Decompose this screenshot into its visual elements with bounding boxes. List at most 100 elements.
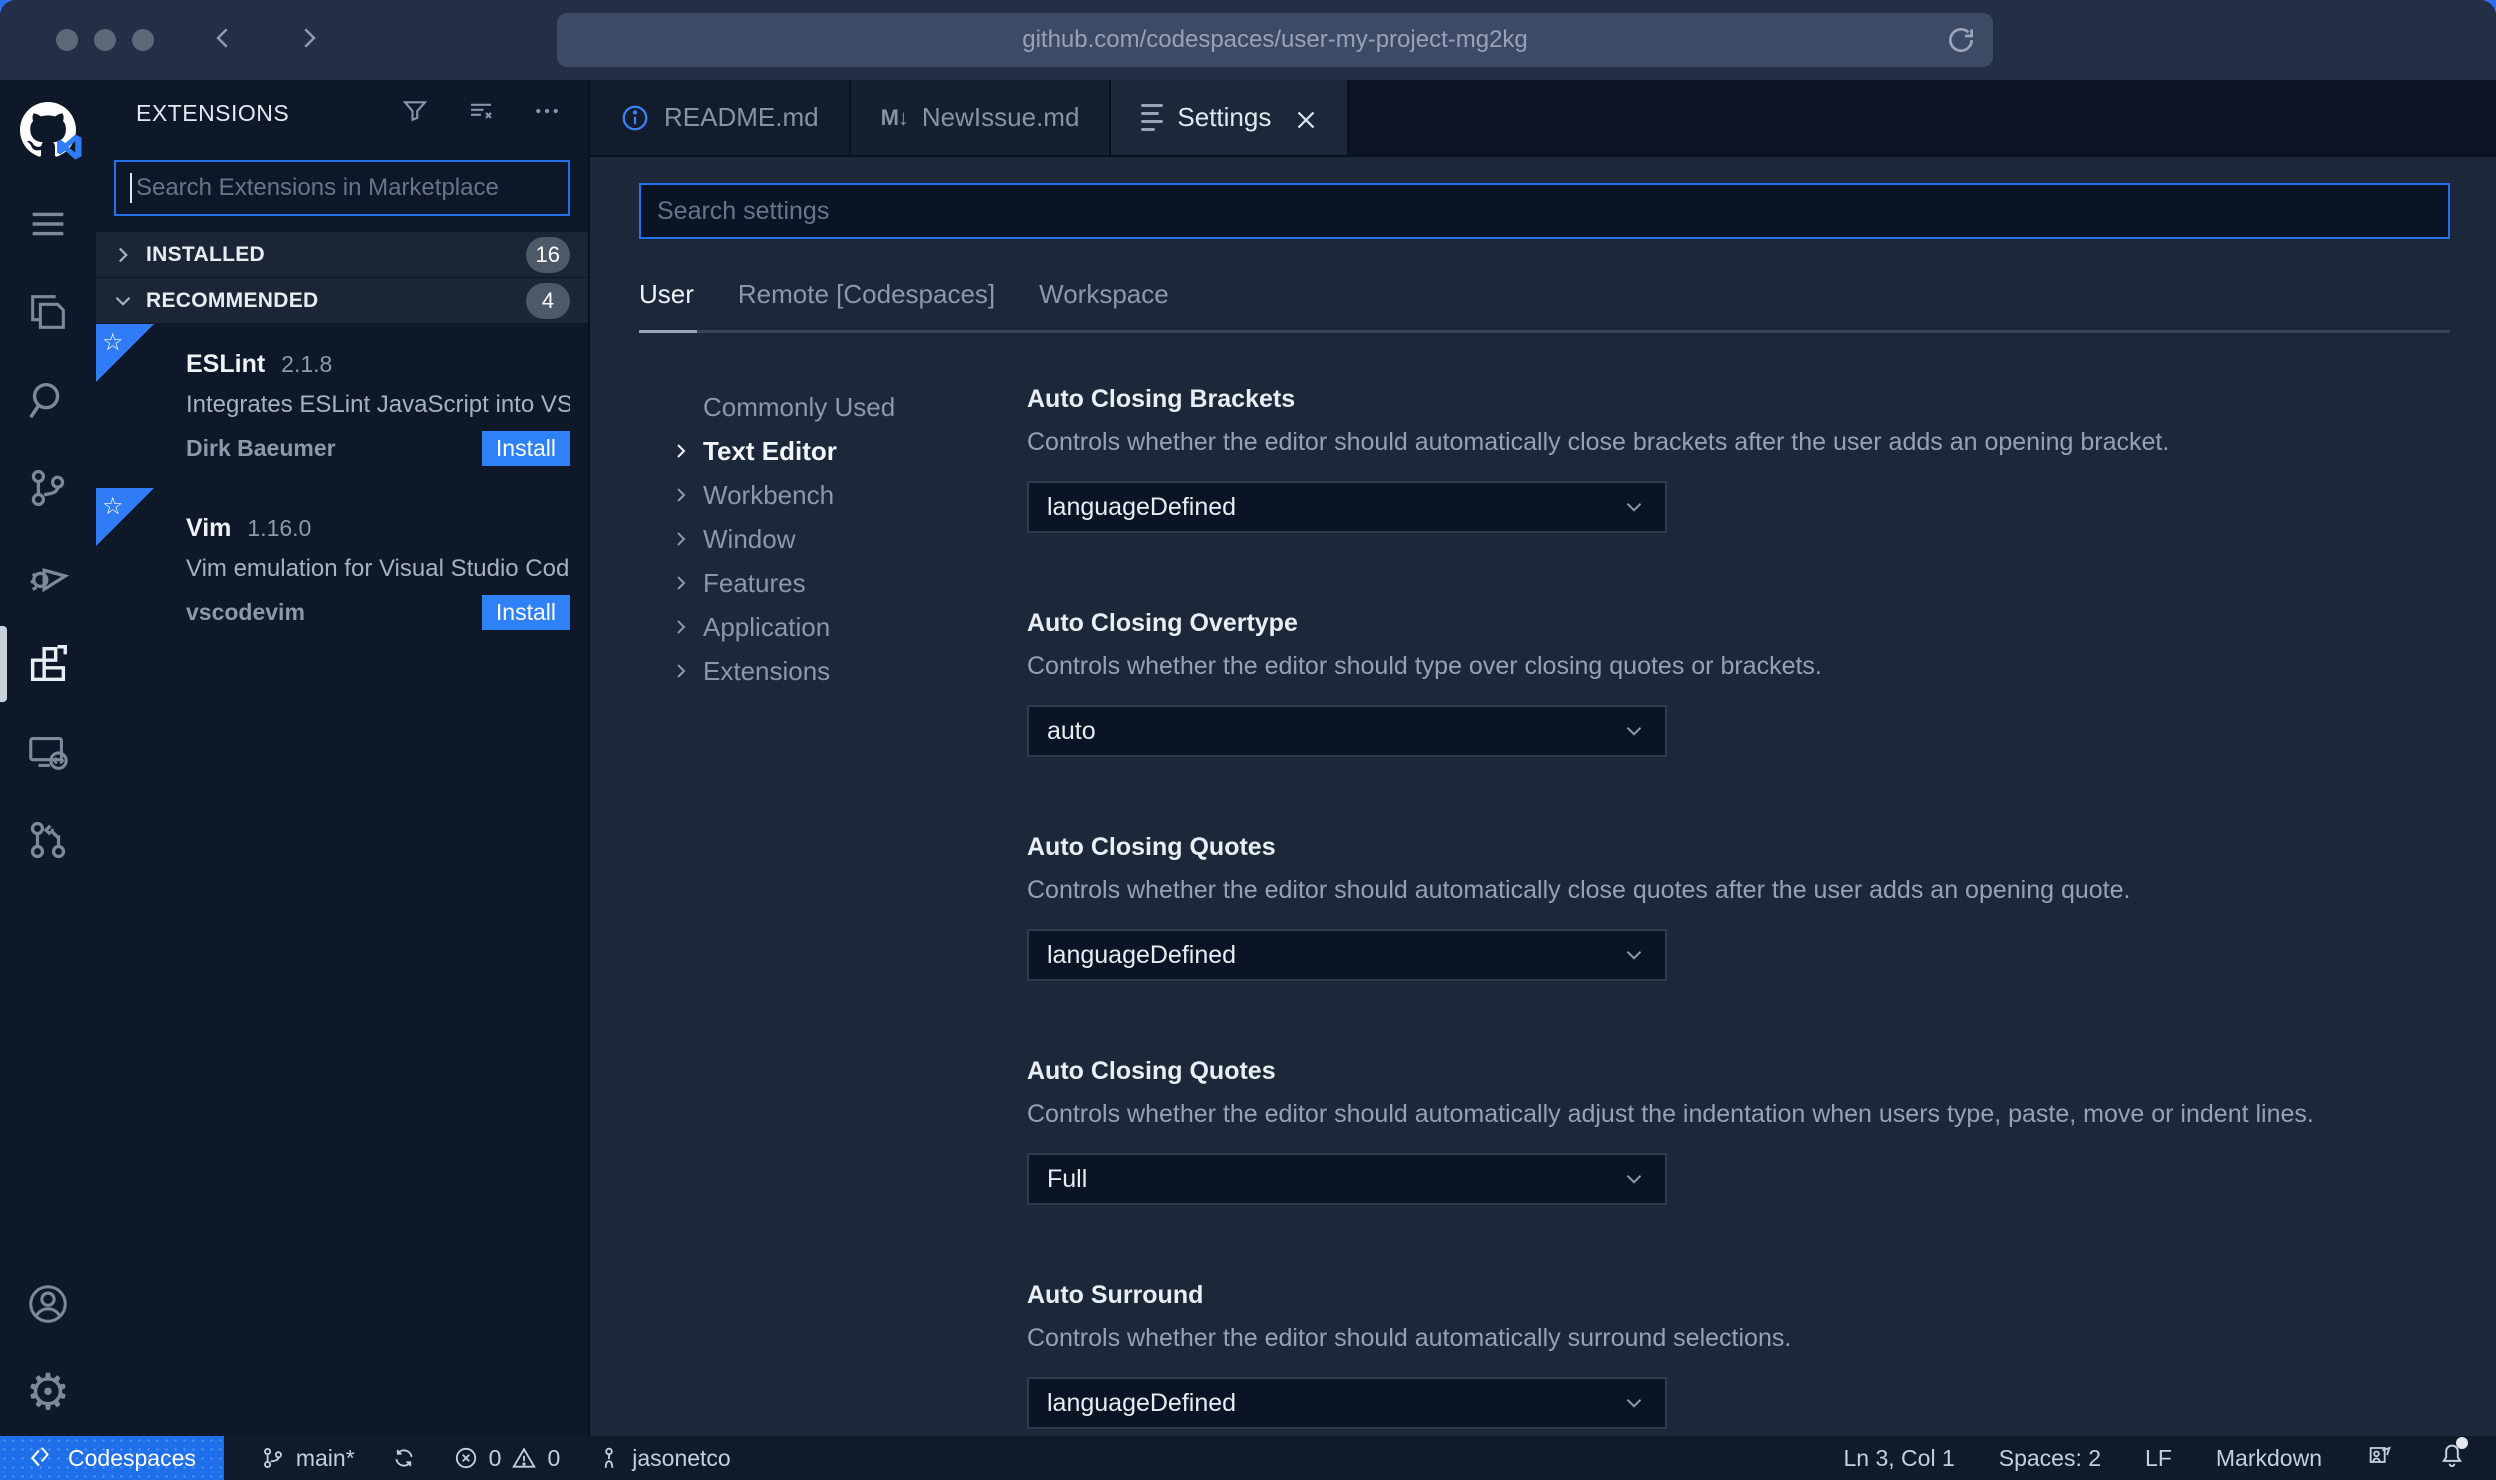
feedback-icon[interactable]: [2366, 1441, 2394, 1475]
tab-label: README.md: [664, 102, 819, 132]
warning-icon: [512, 1447, 537, 1468]
chevron-right-icon: [669, 615, 703, 639]
sync-icon: [395, 1449, 413, 1467]
traffic-lights[interactable]: [56, 29, 154, 51]
extension-description: Integrates ESLint JavaScript into VS C..…: [186, 391, 570, 418]
notifications-bell-icon[interactable]: [2438, 1437, 2468, 1475]
recommended-count-badge: 4: [526, 282, 570, 319]
install-button[interactable]: Install: [481, 431, 570, 466]
setting-auto-closing-brackets: Auto Closing Brackets Controls whether t…: [1027, 385, 2450, 533]
auto-closing-quotes-select[interactable]: languageDefined: [1027, 929, 1667, 981]
sidebar-title: EXTENSIONS: [136, 99, 290, 126]
chevron-right-icon: [669, 659, 703, 683]
reload-icon[interactable]: [1945, 24, 1977, 56]
extensions-icon[interactable]: [0, 620, 96, 708]
toc-commonly-used[interactable]: Commonly Used: [669, 385, 1027, 429]
branch-indicator[interactable]: main*: [260, 1445, 355, 1472]
toc-workbench[interactable]: Workbench: [669, 473, 1027, 517]
remote-icon: [30, 1447, 49, 1467]
editor-tab-bar: README.md M↓ NewIssue.md Settings: [590, 80, 2496, 157]
extensions-search-box[interactable]: [114, 160, 570, 216]
extension-version: 1.16.0: [247, 515, 312, 541]
search-icon[interactable]: [0, 356, 96, 444]
remote-explorer-icon[interactable]: [0, 708, 96, 796]
chevron-down-icon: [1626, 1399, 1642, 1408]
auto-surround-select[interactable]: languageDefined: [1027, 1377, 1667, 1429]
setting-auto-surround: Auto Surround Controls whether the edito…: [1027, 1281, 2450, 1429]
eol-sequence[interactable]: LF: [2145, 1445, 2172, 1472]
extension-name: Vim: [186, 514, 232, 542]
cursor-position[interactable]: Ln 3, Col 1: [1844, 1445, 1955, 1472]
settings-editor: User Remote [Codespaces] Workspace Commo…: [590, 157, 2496, 1436]
explorer-icon[interactable]: [0, 268, 96, 356]
settings-gear-icon[interactable]: ⚙: [0, 1348, 96, 1436]
scope-tab-remote[interactable]: Remote [Codespaces]: [738, 279, 995, 310]
chevron-down-icon: [1626, 951, 1642, 960]
section-label: INSTALLED: [146, 242, 265, 266]
active-view-indicator: [0, 626, 7, 702]
extension-card-vim[interactable]: ☆ Vim 1.16.0 Vim emulation for Visual St…: [96, 488, 588, 652]
menu-hamburger-icon[interactable]: [0, 180, 96, 268]
recommended-star-ribbon: ☆: [96, 488, 154, 546]
toc-extensions[interactable]: Extensions: [669, 649, 1027, 693]
filter-icon[interactable]: [400, 96, 430, 131]
indentation[interactable]: Spaces: 2: [1999, 1445, 2101, 1472]
scope-tab-workspace[interactable]: Workspace: [1039, 279, 1169, 310]
tab-readme[interactable]: README.md: [590, 80, 851, 155]
toc-window[interactable]: Window: [669, 517, 1027, 561]
language-mode[interactable]: Markdown: [2216, 1445, 2322, 1472]
activity-bar: ⚙: [0, 80, 96, 1436]
recommended-star-ribbon: ☆: [96, 324, 154, 382]
extensions-search-input[interactable]: [135, 174, 554, 202]
settings-search-input[interactable]: [657, 196, 2432, 226]
branch-icon: [263, 1447, 282, 1469]
markdown-icon: M↓: [880, 104, 909, 130]
sync-button[interactable]: [391, 1445, 417, 1471]
url-bar[interactable]: github.com/codespaces/user-my-project-mg…: [557, 13, 1993, 67]
source-control-icon[interactable]: [0, 444, 96, 532]
auto-closing-brackets-select[interactable]: languageDefined: [1027, 481, 1667, 533]
more-actions-icon[interactable]: [532, 96, 562, 131]
auto-indent-select[interactable]: Full: [1027, 1153, 1667, 1205]
extension-publisher: Dirk Baeumer: [186, 435, 336, 461]
github-pullrequest-icon[interactable]: [0, 796, 96, 884]
section-label: RECOMMENDED: [146, 288, 319, 312]
codespaces-remote-button[interactable]: Codespaces: [0, 1436, 224, 1480]
back-icon[interactable]: [208, 23, 238, 58]
section-installed[interactable]: INSTALLED 16: [96, 232, 588, 277]
extensions-sidebar: EXTENSIONS INSTALLED 16 RECOMMENDED 4: [96, 80, 588, 1436]
tab-newissue[interactable]: M↓ NewIssue.md: [850, 80, 1112, 155]
forward-icon[interactable]: [294, 23, 324, 58]
auto-closing-overtype-select[interactable]: auto: [1027, 705, 1667, 757]
section-recommended[interactable]: RECOMMENDED 4: [96, 278, 588, 323]
install-button[interactable]: Install: [481, 595, 570, 630]
scope-tab-rule: [639, 330, 2450, 333]
close-icon[interactable]: [1291, 105, 1317, 131]
account-icon[interactable]: [0, 1260, 96, 1348]
chevron-down-icon: [1626, 503, 1642, 512]
setting-auto-indent: Auto Closing Quotes Controls whether the…: [1027, 1057, 2450, 1205]
tab-settings[interactable]: Settings: [1111, 80, 1350, 155]
chevron-down-icon: [110, 288, 136, 314]
tab-label: NewIssue.md: [921, 102, 1080, 132]
toc-features[interactable]: Features: [669, 561, 1027, 605]
settings-search-box[interactable]: [639, 183, 2450, 239]
toc-text-editor[interactable]: Text Editor: [669, 429, 1027, 473]
toc-application[interactable]: Application: [669, 605, 1027, 649]
run-debug-icon[interactable]: [0, 532, 96, 620]
vscode-logo-icon: [57, 134, 82, 160]
setting-auto-closing-quotes: Auto Closing Quotes Controls whether the…: [1027, 833, 2450, 981]
clear-list-icon[interactable]: [466, 96, 496, 131]
github-codespaces-logo: [0, 80, 96, 180]
extension-version: 2.1.8: [281, 351, 333, 377]
extension-card-eslint[interactable]: ☆ ESLint 2.1.8 Integrates ESLint JavaScr…: [96, 324, 588, 488]
problems-indicator[interactable]: 0 0: [453, 1445, 560, 1472]
tab-label: Settings: [1177, 102, 1272, 132]
settings-toc: Commonly Used Text Editor Workbench Wind…: [639, 385, 1027, 1436]
chevron-right-icon: [669, 483, 703, 507]
status-bar: Codespaces main* 0 0 jasonetco Ln 3, Col…: [0, 1436, 2496, 1480]
extension-publisher: vscodevim: [186, 599, 305, 625]
editor-group: README.md M↓ NewIssue.md Settings User: [588, 80, 2496, 1436]
scope-tab-user[interactable]: User: [639, 279, 694, 310]
user-indicator[interactable]: jasonetco: [596, 1445, 731, 1472]
